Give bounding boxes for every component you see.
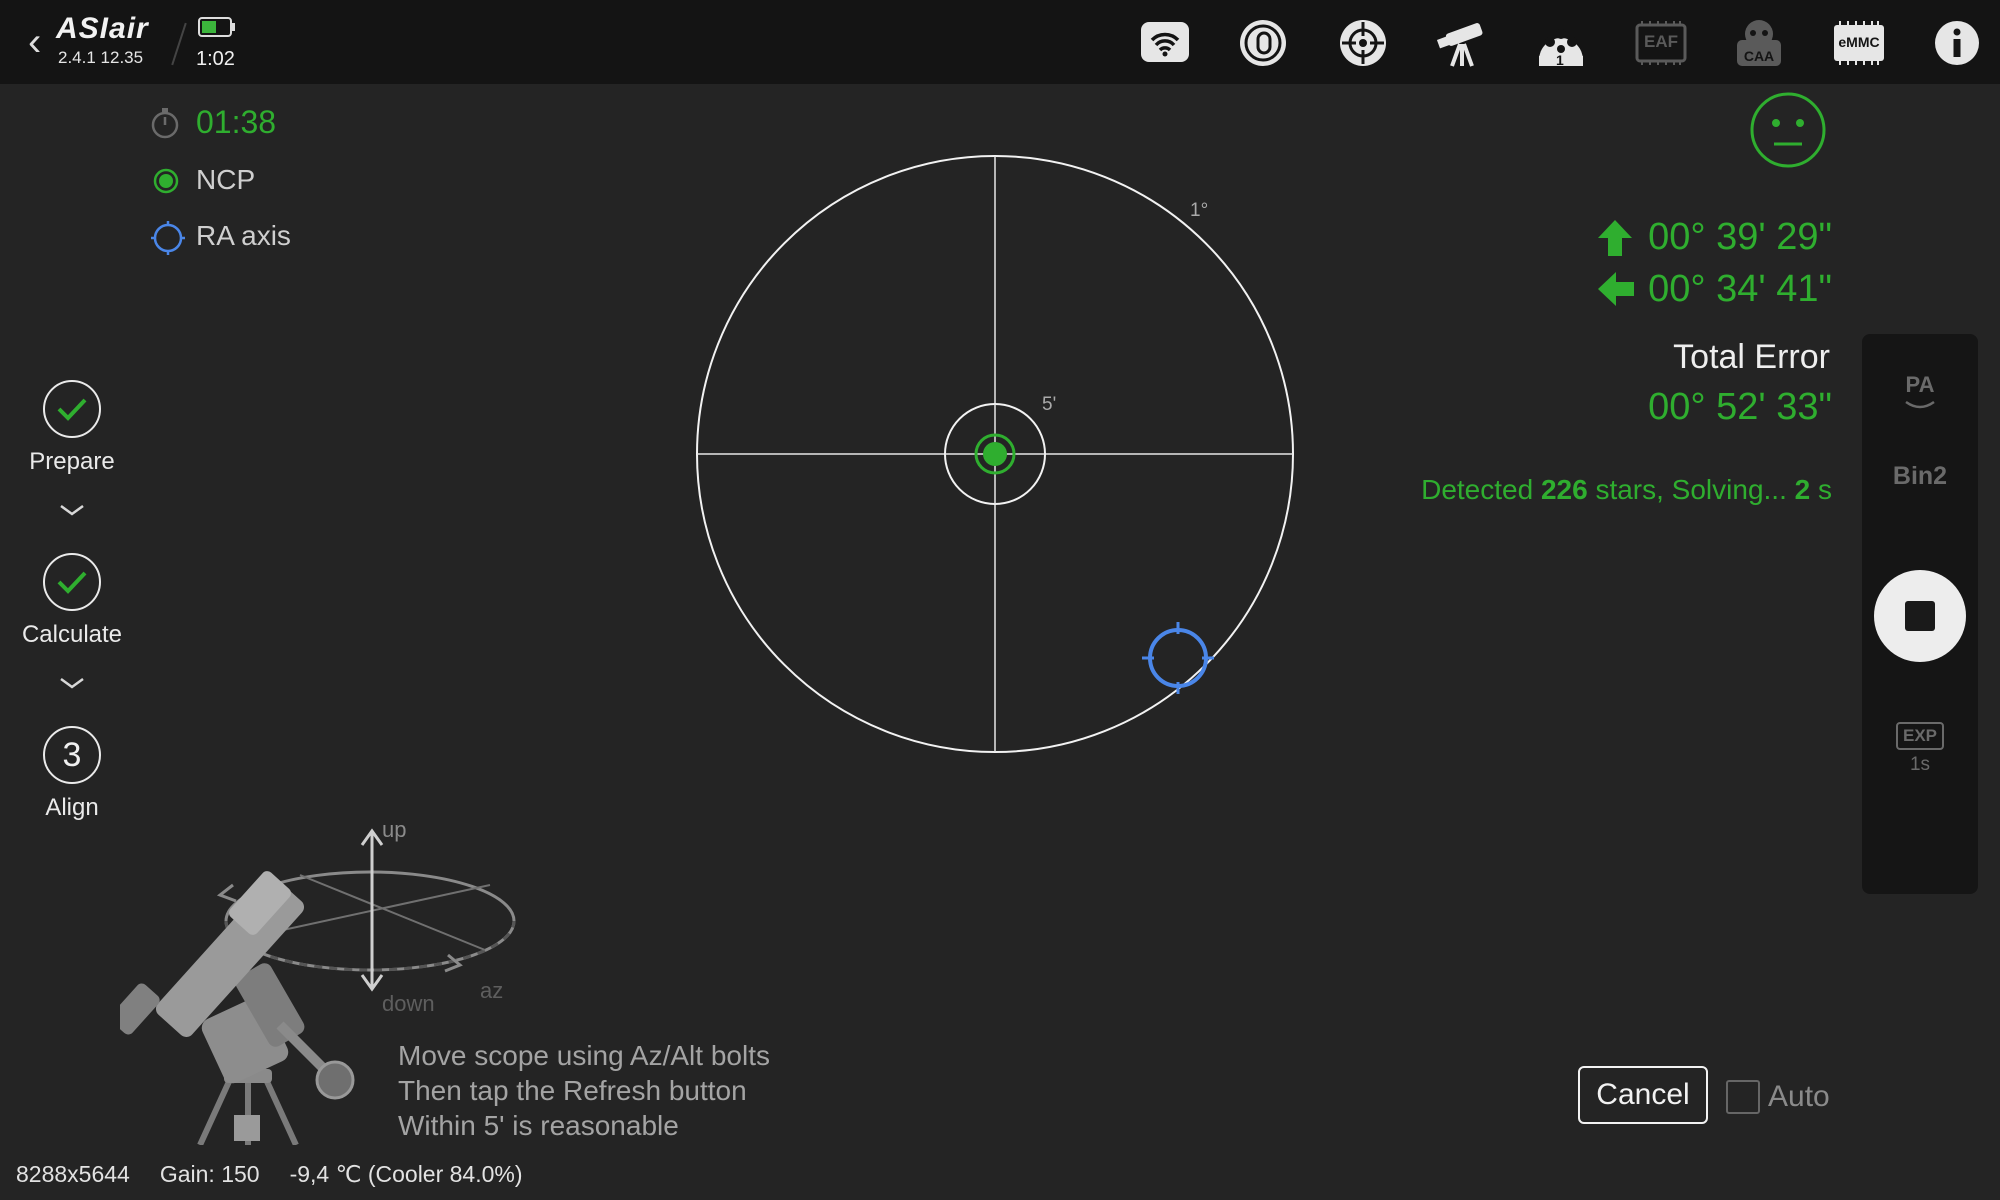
auto-label[interactable]: Auto bbox=[1768, 1080, 1830, 1114]
arrow-left-icon bbox=[1598, 272, 1634, 306]
eaf-icon[interactable]: EAF bbox=[1634, 16, 1688, 70]
step-number-circle: 3 bbox=[43, 726, 101, 784]
divider bbox=[171, 22, 187, 66]
gain-label: Gain: 150 bbox=[159, 1161, 260, 1187]
az-label: az bbox=[480, 978, 503, 1003]
chevron-down-icon bbox=[58, 502, 86, 523]
step-calculate: Calculate bbox=[0, 553, 144, 649]
az-error-value: 00° 34' 41" bbox=[1648, 268, 1832, 310]
detect-prefix: Detected bbox=[1421, 474, 1541, 505]
pa-mode-button[interactable]: PA bbox=[1862, 372, 1978, 417]
solve-seconds: 2 bbox=[1794, 474, 1811, 505]
ra-axis-marker-icon bbox=[151, 221, 185, 255]
focus-target-icon[interactable] bbox=[1336, 16, 1390, 70]
instruction-line: Then tap the Refresh button bbox=[398, 1075, 747, 1106]
ra-axis-label: RA axis bbox=[196, 220, 291, 251]
back-icon[interactable]: ‹ bbox=[28, 22, 41, 62]
arrow-up-icon bbox=[1598, 220, 1632, 256]
detect-mid: stars, Solving... bbox=[1587, 474, 1795, 505]
exp-label: EXP bbox=[1902, 726, 1938, 745]
info-icon[interactable] bbox=[1930, 16, 1984, 70]
instruction-line: Move scope using Az/Alt bolts bbox=[398, 1040, 770, 1071]
resolution-label: 8288x5644 bbox=[16, 1161, 130, 1187]
stop-icon bbox=[1905, 601, 1935, 631]
caa-label: CAA bbox=[1743, 48, 1775, 64]
solve-status: Detected 226 stars, Solving... 2 s bbox=[1421, 474, 1832, 506]
caa-icon[interactable]: CAA bbox=[1732, 16, 1786, 70]
exposure-button[interactable]: EXP 1s bbox=[1862, 722, 1978, 776]
filter-wheel-icon[interactable]: 1 bbox=[1534, 16, 1588, 70]
cancel-button[interactable]: Cancel bbox=[1578, 1066, 1708, 1124]
az-error-row bbox=[1596, 266, 1636, 312]
alt-error-value: 00° 39' 29" bbox=[1648, 216, 1832, 258]
polar-alignment-target: 1° 5' bbox=[696, 155, 1294, 753]
auto-checkbox[interactable] bbox=[1726, 1080, 1760, 1114]
step-number: 3 bbox=[62, 736, 82, 774]
eaf-label: EAF bbox=[1644, 32, 1678, 51]
wifi-icon[interactable] bbox=[1138, 16, 1192, 70]
step-align: 3 Align bbox=[0, 726, 144, 822]
total-error-value: 00° 52' 33" bbox=[1648, 386, 1832, 428]
total-error-label: Total Error bbox=[1673, 338, 1830, 376]
temperature-label: -9,4 ℃ (Cooler 84.0%) bbox=[289, 1161, 523, 1187]
chevron-down-icon bbox=[58, 675, 86, 696]
top-bar: ‹ ASIair 2.4.1 12.35 1:02 1 EAF CAA eMMC bbox=[0, 0, 2000, 84]
camera-info-bar: 8288x5644 Gain: 150 -9,4 ℃ (Cooler 84.0%) bbox=[16, 1161, 553, 1188]
pa-label: PA bbox=[1905, 372, 1935, 397]
filter-wheel-number: 1 bbox=[1556, 52, 1564, 68]
detect-suffix: s bbox=[1810, 474, 1832, 505]
exp-value: 1s bbox=[1909, 754, 1931, 775]
neutral-face-icon bbox=[1748, 90, 1828, 170]
stopwatch-icon bbox=[151, 108, 179, 139]
step-prepare: Prepare bbox=[0, 380, 144, 476]
clock-label: 1:02 bbox=[196, 48, 235, 70]
instruction-line: Within 5' is reasonable bbox=[398, 1110, 679, 1141]
capture-side-panel: PA Bin2 EXP 1s bbox=[1862, 334, 1978, 894]
emmc-icon[interactable]: eMMC bbox=[1832, 16, 1886, 70]
chevron-down-icon bbox=[1905, 400, 1935, 409]
star-count: 226 bbox=[1540, 474, 1588, 505]
step-label: Prepare bbox=[29, 448, 115, 475]
up-label: up bbox=[382, 817, 406, 842]
storage-icon[interactable] bbox=[1236, 16, 1290, 70]
app-logo: ASIair bbox=[56, 12, 149, 45]
outer-ring-label: 1° bbox=[1190, 200, 1208, 221]
inner-ring-label: 5' bbox=[1042, 394, 1056, 415]
check-icon bbox=[43, 380, 101, 438]
down-label: down bbox=[382, 991, 435, 1016]
check-icon bbox=[43, 553, 101, 611]
exp-icon: EXP bbox=[1895, 722, 1945, 750]
ncp-marker-icon bbox=[153, 168, 179, 194]
version-label: 2.4.1 12.35 bbox=[58, 48, 144, 67]
timer-value: 01:38 bbox=[196, 104, 277, 140]
battery-icon bbox=[198, 17, 235, 37]
stop-button[interactable] bbox=[1874, 570, 1966, 662]
ncp-label: NCP bbox=[196, 164, 256, 195]
emmc-label: eMMC bbox=[1838, 34, 1880, 50]
bin-button[interactable]: Bin2 bbox=[1862, 462, 1978, 491]
ra-axis-marker bbox=[1142, 622, 1214, 694]
step-label: Calculate bbox=[21, 621, 123, 648]
telescope-icon[interactable] bbox=[1434, 16, 1488, 70]
